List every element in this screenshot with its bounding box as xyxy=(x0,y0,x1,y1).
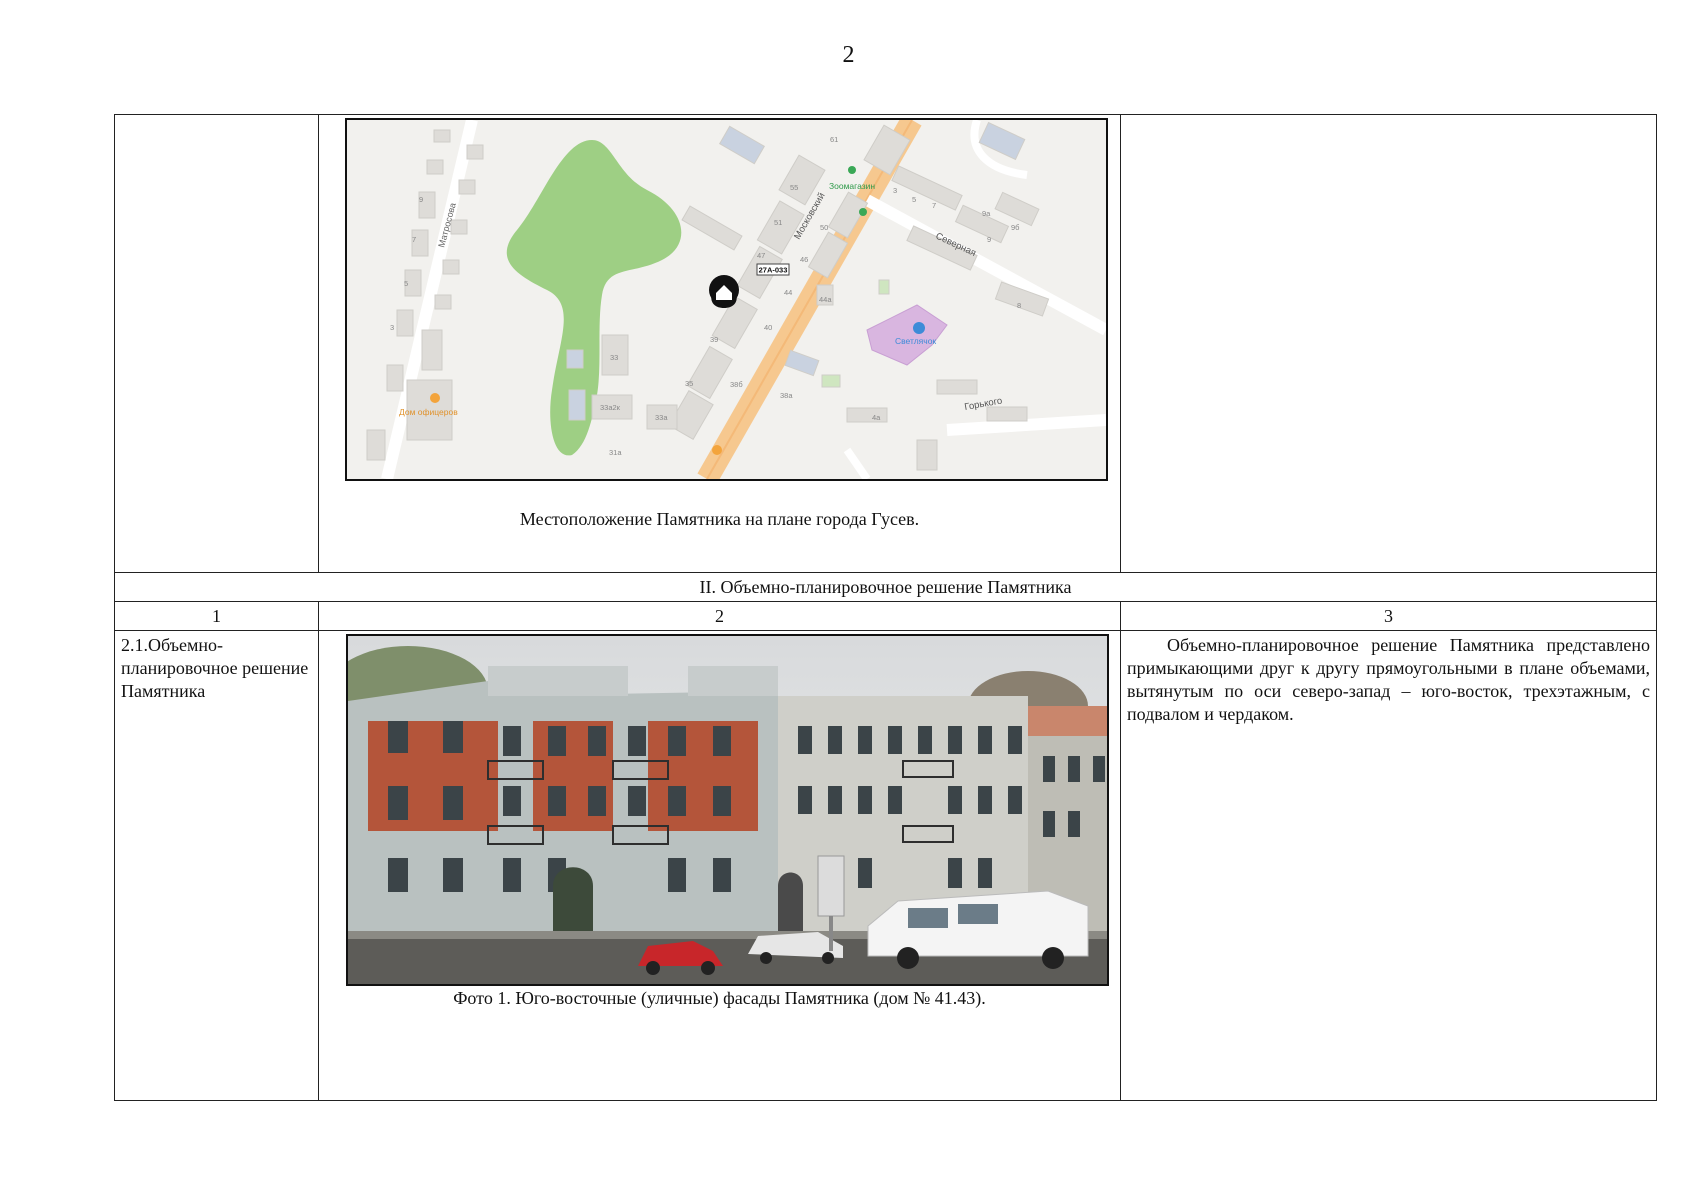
arch-right xyxy=(778,872,803,936)
map-caption: Местоположение Памятника на плане города… xyxy=(519,509,920,529)
officers-house-icon xyxy=(430,393,440,403)
photo-caption: Фото 1. Юго-восточные (уличные) фасады П… xyxy=(453,988,986,1008)
description-cell: Объемно-планировочное решение Памятника … xyxy=(1120,630,1657,1101)
svg-text:40: 40 xyxy=(764,323,772,332)
svg-text:31а: 31а xyxy=(609,448,622,457)
road-code: 27А-033 xyxy=(759,266,788,275)
svg-text:7: 7 xyxy=(932,201,936,210)
svg-text:9: 9 xyxy=(987,235,991,244)
svg-text:61: 61 xyxy=(830,135,838,144)
poi-zoo-shop: Зоомагазин xyxy=(829,181,875,191)
svg-text:38а: 38а xyxy=(780,391,793,400)
svg-text:39: 39 xyxy=(710,335,718,344)
svg-text:4а: 4а xyxy=(872,413,881,422)
svg-text:5: 5 xyxy=(404,279,408,288)
facade-photo-svg xyxy=(328,636,1107,984)
column-numbers-row: 1 2 3 xyxy=(114,601,1657,631)
svg-text:9: 9 xyxy=(419,195,423,204)
zoo-shop-icon xyxy=(848,166,856,174)
svg-text:33а: 33а xyxy=(655,413,668,422)
svg-text:9а: 9а xyxy=(982,209,991,218)
description-text: Объемно-планировочное решение Памятника … xyxy=(1127,635,1650,724)
location-pin-icon xyxy=(709,275,739,308)
svg-text:8: 8 xyxy=(1017,301,1021,310)
column-number-2: 2 xyxy=(318,601,1121,631)
svg-text:5: 5 xyxy=(912,195,916,204)
svg-text:9б: 9б xyxy=(1011,223,1019,232)
monument-table: 27А-033 Матросова Московский Северная Го… xyxy=(114,114,1657,1101)
svg-text:35: 35 xyxy=(685,379,693,388)
map-svg: 27А-033 Матросова Московский Северная Го… xyxy=(347,114,1109,485)
poi-svetlyachok: Светлячок xyxy=(895,336,936,346)
svg-text:33а2к: 33а2к xyxy=(600,403,621,412)
section-heading-row: II. Объемно-планировочное решение Памятн… xyxy=(114,572,1657,602)
photo-cell: Фото 1. Юго-восточные (уличные) фасады П… xyxy=(318,630,1121,1101)
map-cell: 27А-033 Матросова Московский Северная Го… xyxy=(318,114,1121,573)
svg-text:3: 3 xyxy=(893,186,897,195)
svg-text:3: 3 xyxy=(390,323,394,332)
svg-text:47: 47 xyxy=(757,251,765,260)
poi-officers-house: Дом офицеров xyxy=(399,407,458,417)
svg-text:46: 46 xyxy=(800,255,808,264)
feature-label: 2.1.Объемно-планировочное решение Памятн… xyxy=(121,635,309,701)
svg-text:44: 44 xyxy=(784,288,792,297)
svg-text:38б: 38б xyxy=(730,380,743,389)
feature-label-cell: 2.1.Объемно-планировочное решение Памятн… xyxy=(114,630,319,1101)
svg-text:44а: 44а xyxy=(819,295,832,304)
svg-text:55: 55 xyxy=(790,183,798,192)
column-number-1: 1 xyxy=(114,601,319,631)
section-heading: II. Объемно-планировочное решение Памятн… xyxy=(114,572,1657,602)
page-number: 2 xyxy=(842,42,855,68)
map-row-col3 xyxy=(1120,114,1657,573)
svg-text:51: 51 xyxy=(774,218,782,227)
kindergarten-icon xyxy=(913,322,925,334)
svg-text:33: 33 xyxy=(610,353,618,362)
column-number-3: 3 xyxy=(1120,601,1657,631)
map-row: 27А-033 Матросова Московский Северная Го… xyxy=(114,114,1657,573)
map-row-col1 xyxy=(114,114,319,573)
feature-row: 2.1.Объемно-планировочное решение Памятн… xyxy=(114,630,1657,1101)
facade-photo xyxy=(328,634,1109,986)
svg-text:7: 7 xyxy=(412,235,416,244)
svg-text:50: 50 xyxy=(820,223,828,232)
location-map: 27А-033 Матросова Московский Северная Го… xyxy=(345,114,1109,485)
arch-left xyxy=(553,867,593,936)
